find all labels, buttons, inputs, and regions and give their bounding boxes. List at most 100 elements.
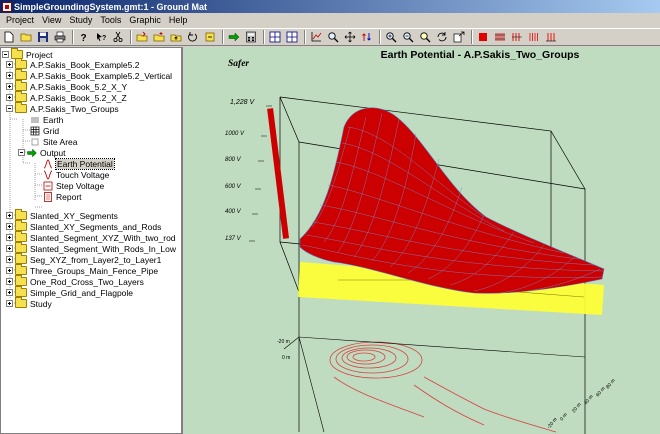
- tree-item-label: A.P.Sakis_Two_Groups: [30, 103, 119, 114]
- y-axis-labels: -20 m 0 m: [277, 339, 290, 361]
- tree-item-step-voltage[interactable]: Step Voltage: [43, 180, 104, 191]
- x-axis-labels: -20 m 0 m 20 m 40 m 60 m 80 m: [546, 378, 617, 430]
- expand-toggle[interactable]: [6, 61, 13, 68]
- folder-up-icon[interactable]: [169, 30, 183, 44]
- zoom-in-icon[interactable]: [384, 30, 398, 44]
- menu-tools[interactable]: Tools: [96, 15, 125, 25]
- tree-item-touch-voltage[interactable]: Touch Voltage: [43, 169, 109, 180]
- tree-item[interactable]: Slanted_XY_Segments_and_Rods: [6, 220, 161, 232]
- axis-icon[interactable]: [309, 30, 323, 44]
- folder-icon: [15, 91, 27, 102]
- pan-icon[interactable]: [343, 30, 357, 44]
- site-area-icon: [30, 137, 40, 147]
- tree-item-label: Three_Groups_Main_Fence_Pipe: [30, 265, 159, 276]
- tree-item-earth[interactable]: Earth: [30, 114, 63, 125]
- plot-bars-icon[interactable]: [510, 30, 524, 44]
- menu-project[interactable]: Project: [2, 15, 38, 25]
- tree-item[interactable]: Seg_XYZ_from_Layer2_to_Layer1: [6, 253, 162, 265]
- expand-toggle[interactable]: [6, 300, 13, 307]
- tree-item-earth-potential[interactable]: Earth Potential: [43, 157, 115, 170]
- tree-item[interactable]: A.P.Sakis_Book_5.2_X_Z: [6, 91, 127, 103]
- plot-columns-icon[interactable]: [544, 30, 558, 44]
- cut-icon[interactable]: [111, 30, 125, 44]
- layout-view-icon[interactable]: [285, 30, 299, 44]
- plot-mesh-icon[interactable]: [527, 30, 541, 44]
- toolbar-separator: [222, 30, 224, 44]
- help-icon[interactable]: ?: [77, 30, 91, 44]
- folder-icon: [15, 286, 27, 297]
- export-icon[interactable]: [452, 30, 466, 44]
- expand-toggle[interactable]: [6, 94, 13, 101]
- graphic-view[interactable]: -20 m 0 m 20 m 40 m 60 m 80 m -20 m 0 m …: [184, 47, 660, 434]
- menu-bar: Project View Study Tools Graphic Help: [0, 13, 660, 27]
- expand-toggle[interactable]: [6, 278, 13, 285]
- tree-item[interactable]: A.P.Sakis_Book_5.2_X_Y: [6, 80, 127, 92]
- rotate-icon[interactable]: [186, 30, 200, 44]
- tree-item[interactable]: A.P.Sakis_Two_Groups: [6, 102, 119, 114]
- tree-item[interactable]: Three_Groups_Main_Fence_Pipe: [6, 264, 159, 276]
- menu-study[interactable]: Study: [65, 15, 96, 25]
- surface-red-icon[interactable]: [476, 30, 490, 44]
- tree-item[interactable]: Simple_Grid_and_Flagpole: [6, 286, 133, 298]
- grid-icon: [30, 126, 40, 136]
- expand-toggle[interactable]: [6, 256, 13, 263]
- collapse-toggle[interactable]: [18, 149, 25, 156]
- new-file-icon[interactable]: [2, 30, 16, 44]
- collapse-toggle[interactable]: [6, 105, 13, 112]
- refresh-icon[interactable]: [435, 30, 449, 44]
- menu-view[interactable]: View: [38, 15, 65, 25]
- tree-item-label: Seg_XYZ_from_Layer2_to_Layer1: [30, 254, 162, 265]
- toolbar-separator: [263, 30, 265, 44]
- expand-toggle[interactable]: [6, 234, 13, 241]
- z-tick-label: 800 V: [225, 157, 241, 163]
- folder-icon: [15, 242, 27, 253]
- tree-item[interactable]: One_Rod_Cross_Two_Layers: [6, 275, 144, 287]
- import-icon[interactable]: [203, 30, 217, 44]
- expand-toggle[interactable]: [6, 212, 13, 219]
- z-tick-label: 600 V: [225, 184, 241, 190]
- tree-item[interactable]: A.P.Sakis_Book_Example5.2: [6, 58, 139, 70]
- collapse-toggle[interactable]: [2, 51, 9, 58]
- app-icon[interactable]: [2, 1, 12, 12]
- floor-grid: [283, 336, 586, 433]
- save-icon[interactable]: [36, 30, 50, 44]
- tree-item[interactable]: Slanted_Segment_With_Rods_In_Low: [6, 242, 177, 254]
- grid-view-icon[interactable]: [268, 30, 282, 44]
- project-tree: Project A.P.Sakis_Book_Example5.2 A.P.Sa…: [0, 47, 183, 434]
- run-arrow-icon[interactable]: [227, 30, 241, 44]
- tree-item-report[interactable]: Report: [43, 191, 82, 202]
- tree-item-grid[interactable]: Grid: [30, 125, 59, 136]
- menu-help[interactable]: Help: [165, 15, 192, 25]
- tree-item[interactable]: Slanted_XY_Segments: [6, 209, 118, 221]
- potential-curve-icon: [43, 159, 53, 169]
- expand-toggle[interactable]: [6, 267, 13, 274]
- context-help-icon[interactable]: ?: [94, 30, 108, 44]
- menu-graphic[interactable]: Graphic: [125, 15, 165, 25]
- tree-item[interactable]: A.P.Sakis_Book_Example5.2_Vertical: [6, 69, 172, 81]
- expand-toggle[interactable]: [6, 245, 13, 252]
- zoom-out-icon[interactable]: [401, 30, 415, 44]
- tree-item-label: Slanted_Segment_With_Rods_In_Low: [30, 243, 177, 254]
- surface-plot[interactable]: -20 m 0 m 20 m 40 m 60 m 80 m -20 m 0 m: [184, 47, 660, 434]
- tree-item-output[interactable]: Output: [18, 147, 66, 158]
- tree-item-study[interactable]: Study: [6, 297, 52, 309]
- color-rotate-icon[interactable]: [360, 30, 374, 44]
- open-folder-icon[interactable]: [19, 30, 33, 44]
- svg-text:0 m: 0 m: [559, 412, 569, 422]
- folder-icon: [15, 209, 27, 220]
- expand-toggle[interactable]: [6, 83, 13, 90]
- expand-toggle[interactable]: [6, 72, 13, 79]
- contour-map: [329, 341, 557, 433]
- new-folder-icon[interactable]: [152, 30, 166, 44]
- tree-item-site-area[interactable]: Site Area: [30, 136, 78, 147]
- earth-layers-icon: [30, 115, 40, 125]
- zoom-icon[interactable]: [326, 30, 340, 44]
- expand-toggle[interactable]: [6, 289, 13, 296]
- zoom-fit-icon[interactable]: [418, 30, 432, 44]
- calculate-icon[interactable]: [244, 30, 258, 44]
- open-project-icon[interactable]: [135, 30, 149, 44]
- expand-toggle[interactable]: [6, 223, 13, 230]
- print-icon[interactable]: [53, 30, 67, 44]
- tree-item[interactable]: Slanted_Segment_XYZ_With_two_rod: [6, 231, 176, 243]
- plot-lines-icon[interactable]: [493, 30, 507, 44]
